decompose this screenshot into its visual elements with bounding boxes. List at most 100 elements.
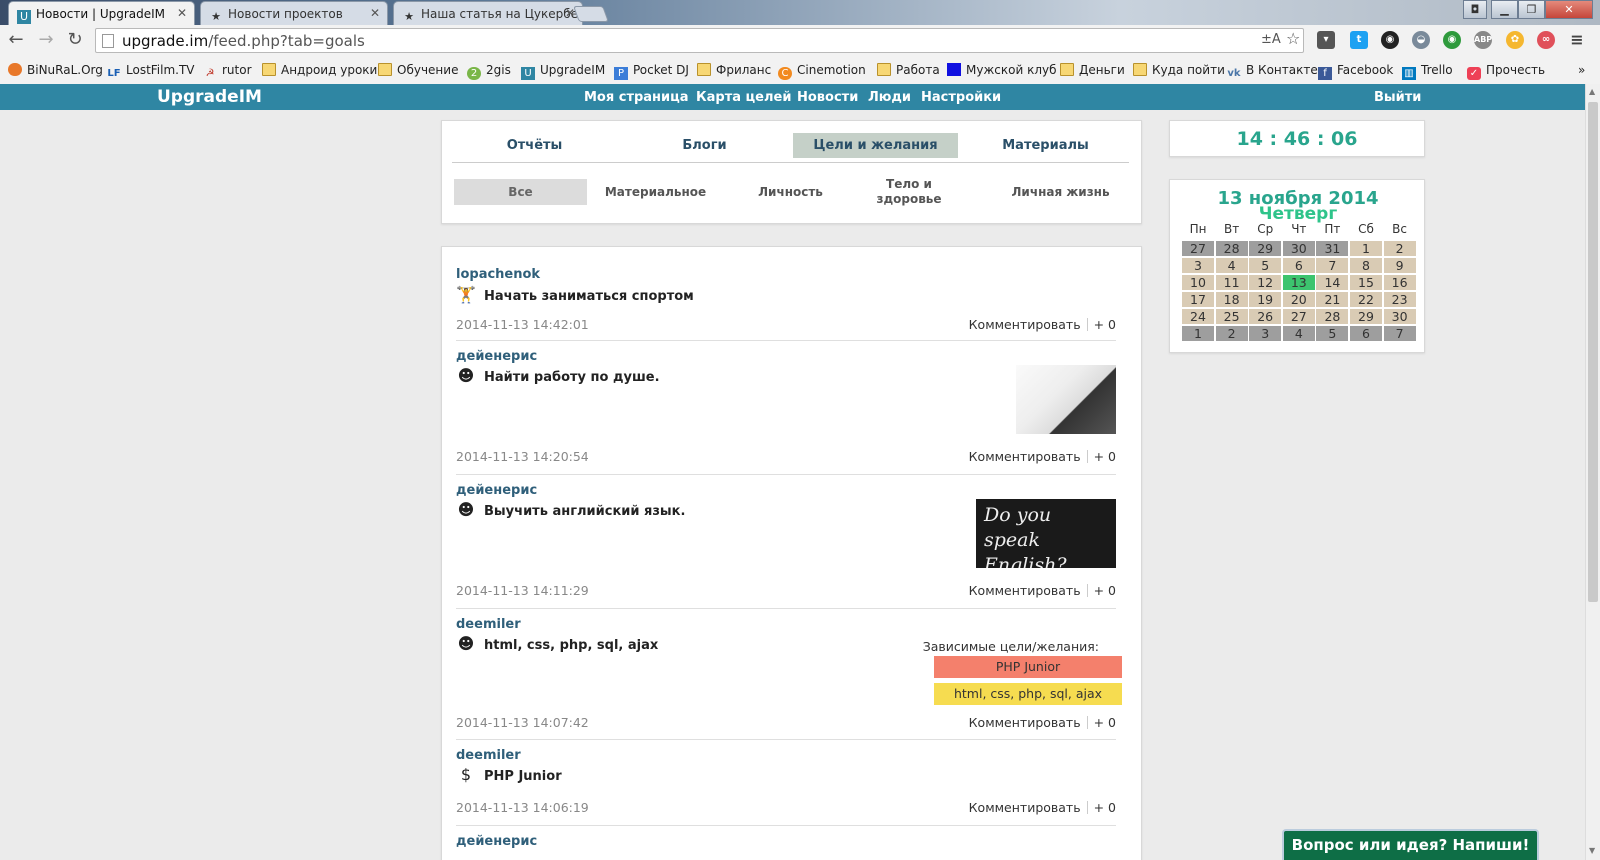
do-you-speak-english-image[interactable]: Do you speak English? [976,499,1116,568]
plus-button[interactable]: + 0 [1094,449,1116,464]
minimize-button[interactable]: ▁ [1491,0,1518,19]
browser-tab-active[interactable]: U Новости | UpgradeIM ✕ [8,1,195,25]
calendar-day[interactable]: 8 [1350,258,1382,273]
scroll-down-icon[interactable]: ▼ [1589,846,1595,855]
page-scrollbar[interactable]: ▲ ▼ [1585,84,1600,860]
calendar-day[interactable]: 12 [1249,275,1282,290]
subtab-personal-life[interactable]: Личная жизнь [994,179,1127,205]
calendar-day[interactable]: 18 [1215,292,1248,307]
bookmark-item[interactable]: f Facebook [1318,63,1393,80]
calendar-day[interactable]: 1 [1182,326,1214,341]
calendar-day[interactable]: 5 [1249,258,1282,273]
bookmark-item[interactable]: Обучение [378,63,458,77]
calendar-day[interactable]: 4 [1215,258,1248,273]
bookmark-item[interactable]: C Cinemotion [778,63,866,80]
post-author[interactable]: deemiler [456,617,521,632]
subtab-personality[interactable]: Личность [724,179,857,205]
adblock-ext-icon[interactable]: ABP [1474,31,1492,49]
post-goal[interactable]: Начать заниматься спортом [484,289,694,304]
nav-settings[interactable]: Настройки [921,90,1001,105]
bookmark-item[interactable]: ▥ Trello [1402,63,1453,80]
subtab-body-health[interactable]: Тело и здоровье [859,175,959,209]
bookmark-item[interactable]: P Pocket DJ [614,63,689,80]
comment-link[interactable]: Комментировать [969,317,1081,332]
calendar-day[interactable]: 10 [1182,275,1214,290]
plus-button[interactable]: + 0 [1094,317,1116,332]
profile-icon[interactable]: ◘ [1463,0,1487,19]
calendar-day[interactable]: 16 [1383,275,1416,290]
calendar-day[interactable]: 20 [1282,292,1315,307]
scroll-thumb[interactable] [1588,102,1598,602]
tab-materials[interactable]: Материалы [963,133,1128,158]
post-goal[interactable]: Выучить английский язык. [484,504,685,519]
comment-link[interactable]: Комментировать [969,715,1081,730]
dependent-goal-html-css[interactable]: html, css, php, sql, ajax [934,683,1122,705]
calendar-day[interactable]: 3 [1249,326,1282,341]
calendar-day[interactable]: 2 [1383,241,1416,256]
bookmark-item[interactable]: ☭ rutor [203,63,252,80]
calendar-day[interactable]: 17 [1182,292,1214,307]
tab-blogs[interactable]: Блоги [622,133,787,158]
bookmark-item[interactable]: 2 2gis [467,63,511,80]
dependent-goal-php-junior[interactable]: PHP Junior [934,656,1122,678]
new-ext-icon[interactable]: ◉ [1381,31,1399,49]
bookmark-item[interactable]: U UpgradeIM [521,63,605,80]
tab-goals[interactable]: Цели и желания [793,133,958,158]
post-goal[interactable]: Найти работу по душе. [484,370,660,385]
feedback-button[interactable]: Вопрос или идея? Напиши! [1282,829,1539,860]
calendar-day[interactable]: 9 [1383,258,1416,273]
post-author[interactable]: дейенерис [456,834,537,849]
nav-my-page[interactable]: Моя страница [584,90,689,105]
subtab-material[interactable]: Материальное [589,179,722,205]
close-window-button[interactable]: ✕ [1545,0,1593,19]
maximize-button[interactable]: ❐ [1518,0,1545,19]
bookmark-item[interactable]: LF LostFilm.TV [107,63,194,80]
bookmark-item[interactable]: Фриланс [697,63,771,77]
calendar-day[interactable]: 28 [1316,309,1349,324]
post-goal[interactable]: PHP Junior [484,769,562,784]
forward-icon[interactable]: → [35,29,57,51]
scroll-up-icon[interactable]: ▲ [1589,87,1595,96]
browser-tab[interactable]: ★ Наша статья на Цукербе ✕ [393,1,583,25]
close-tab-icon[interactable]: ✕ [177,6,187,20]
bookmark-item[interactable]: Деньги [1060,63,1125,77]
bookmark-item[interactable]: Куда пойти [1133,63,1225,77]
calendar-day[interactable]: 1 [1350,241,1382,256]
back-icon[interactable]: ← [5,29,27,51]
bookmark-item[interactable]: ✓ Прочесть [1467,63,1545,80]
calendar-day[interactable]: 30 [1282,241,1315,256]
calendar-day[interactable]: 31 [1316,241,1349,256]
plus-button[interactable]: + 0 [1094,800,1116,815]
post-goal[interactable]: html, css, php, sql, ajax [484,638,658,653]
calendar-day[interactable]: 25 [1215,309,1248,324]
calendar-day[interactable]: 21 [1316,292,1349,307]
nav-news[interactable]: Новости [797,90,858,105]
nav-goals-map[interactable]: Карта целей [696,90,791,105]
calendar-day-today[interactable]: 13 [1282,275,1315,290]
calendar-day[interactable]: 23 [1383,292,1416,307]
flower-ext-icon[interactable]: ✿ [1506,31,1524,49]
calendar-day[interactable]: 14 [1316,275,1349,290]
bookmark-item[interactable]: BiNuRaL.Org [8,63,103,77]
bookmark-star-icon[interactable]: ☆ [1286,29,1300,48]
calendar-day[interactable]: 22 [1350,292,1382,307]
calendar-day[interactable]: 29 [1249,241,1282,256]
calendar-day[interactable]: 5 [1316,326,1349,341]
calendar-day[interactable]: 7 [1383,326,1416,341]
calendar-day[interactable]: 3 [1182,258,1214,273]
calendar-day[interactable]: 27 [1182,241,1214,256]
calendar-day[interactable]: 4 [1282,326,1315,341]
calendar-day[interactable]: 28 [1215,241,1248,256]
tab-reports[interactable]: Отчёты [452,133,617,158]
twitter-ext-icon[interactable]: t [1350,31,1368,49]
office-woman-image[interactable] [1016,365,1116,434]
calendar-day[interactable]: 27 [1282,309,1315,324]
calendar-day[interactable]: 19 [1249,292,1282,307]
post-author[interactable]: lopachenok [456,267,540,282]
plus-button[interactable]: + 0 [1094,715,1116,730]
calendar-day[interactable]: 6 [1282,258,1315,273]
site-logo[interactable]: UpgradeIM [157,87,262,107]
calendar-day[interactable]: 30 [1383,309,1416,324]
post-author[interactable]: дейенерис [456,349,537,364]
post-author[interactable]: deemiler [456,748,521,763]
